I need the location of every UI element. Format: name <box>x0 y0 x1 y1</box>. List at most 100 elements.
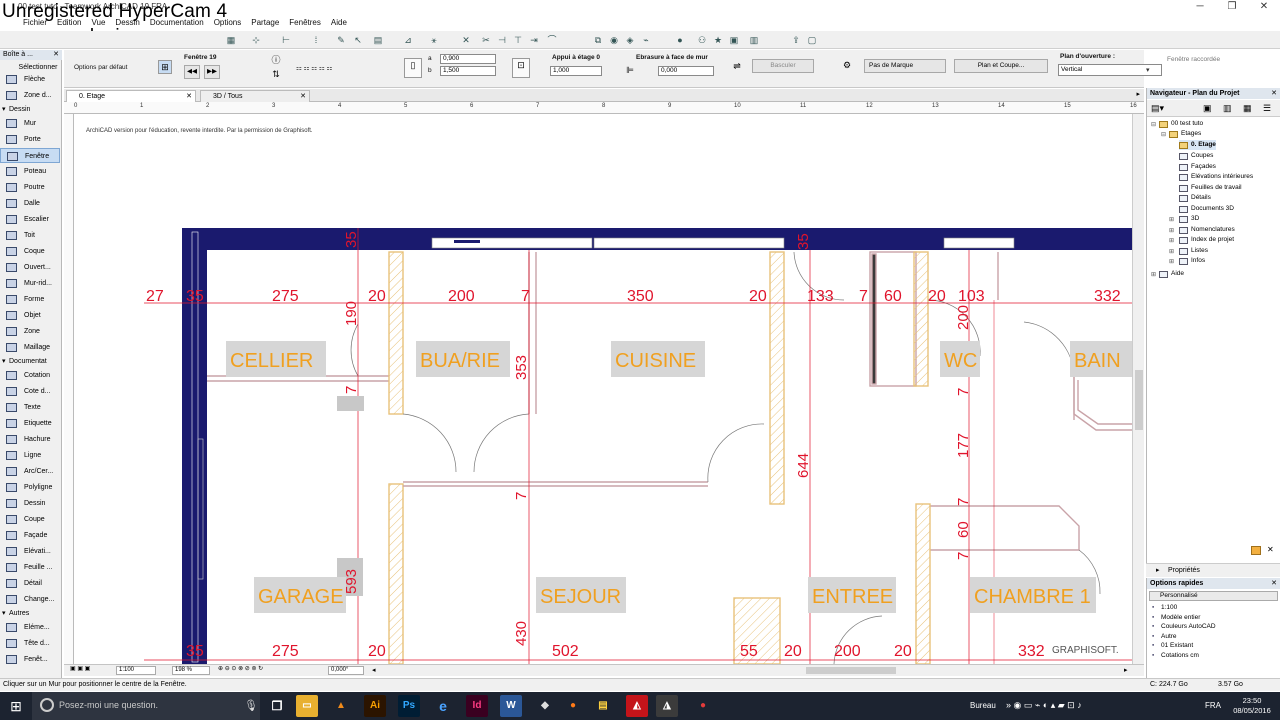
nav-item-7[interactable]: Nomenclatures <box>1179 225 1235 235</box>
nav-etage-0[interactable]: 0. Etage <box>1179 140 1216 150</box>
dimension-label-vertical[interactable]: 7 <box>513 492 530 500</box>
expand-toggle[interactable]: ⊞ <box>1169 237 1174 244</box>
edge-icon[interactable]: e <box>432 695 454 717</box>
dimension-label[interactable]: 7 <box>859 288 868 305</box>
quick-options-close-icon[interactable]: ✕ <box>1271 579 1277 587</box>
tool-dessin-2[interactable]: Fenêtre <box>0 148 60 163</box>
window-settings-icon[interactable]: ⊞ <box>158 60 172 74</box>
marker-dropdown[interactable]: Pas de Marque <box>864 59 946 73</box>
maximize-button[interactable]: ❐ <box>1216 0 1248 16</box>
pen-icon[interactable]: ✎ <box>335 34 347 46</box>
dimension-label[interactable]: 332 <box>1094 288 1121 305</box>
section-autres[interactable]: Autres <box>0 608 60 619</box>
dimension-label[interactable]: 103 <box>958 288 985 305</box>
view-mode-icons[interactable]: ▣ ▣ ▣ <box>68 666 104 675</box>
dimension-label[interactable]: 35 <box>186 643 204 660</box>
dimension-label[interactable]: 20 <box>928 288 946 305</box>
illustrator-icon[interactable]: Ai <box>364 695 386 717</box>
tool-dessin-11[interactable]: Forme <box>0 292 60 307</box>
toggle-icon[interactable]: ⇅ <box>269 68 283 82</box>
partition-hatched-5[interactable] <box>915 503 931 664</box>
nav-item-1[interactable]: Façades <box>1179 162 1216 172</box>
quick-option-0[interactable]: 1:100 <box>1147 603 1280 613</box>
dimension-label-vertical[interactable]: 177 <box>955 433 972 458</box>
layout-icon[interactable]: ▢ <box>806 34 818 46</box>
expand-toggle[interactable]: ⊞ <box>1151 271 1156 278</box>
room-label[interactable]: SEJOUR <box>540 586 621 608</box>
start-button[interactable]: ⊞ <box>0 692 32 720</box>
tool-autres-0[interactable]: Eléme... <box>0 620 60 635</box>
tool-dessin-3[interactable]: Poteau <box>0 164 60 179</box>
vlc-icon[interactable]: ▲ <box>330 695 352 717</box>
expand-toggle[interactable]: ⊟ <box>1161 131 1166 138</box>
flip-button[interactable]: Basculer <box>752 59 814 73</box>
properties-toggle[interactable]: ▸ Propriétés <box>1146 563 1280 577</box>
floor-plan-drawing[interactable]: ArchiCAD version pour l'éducation, reven… <box>74 114 1132 664</box>
dimension-label-vertical[interactable]: 593 <box>343 569 360 594</box>
tray-icons[interactable]: » ◉ ▭ ⌁ ◐ ▴ ▰ ⊡ ♪ <box>1006 700 1082 711</box>
split-icon[interactable]: ⊣ <box>496 34 508 46</box>
tool-doc-0[interactable]: Cotation <box>0 368 60 383</box>
prev-element-button[interactable]: ◀◀ <box>184 65 200 79</box>
dimension-label[interactable]: 27 <box>146 288 164 305</box>
door-bua-1[interactable] <box>402 413 457 473</box>
tool-doc-4[interactable]: Hachure <box>0 432 60 447</box>
room-label[interactable]: CHAMBRE 1 <box>974 586 1091 608</box>
dimension-label[interactable]: 275 <box>272 288 299 305</box>
room-label[interactable]: CELLIER <box>230 350 313 372</box>
dotted-grid-icon[interactable]: ⁞ <box>310 34 322 46</box>
tool-autres-1[interactable]: Tête d... <box>0 636 60 651</box>
partition-hatched-1[interactable] <box>388 251 404 415</box>
room-label[interactable]: CUISINE <box>615 350 696 372</box>
render-icon[interactable]: ◈ <box>624 34 636 46</box>
room-label[interactable]: WC <box>944 350 977 372</box>
minimize-button[interactable]: ─ <box>1184 0 1216 16</box>
angle-field[interactable]: 0,000° <box>328 666 364 675</box>
close-icon[interactable]: ✕ <box>460 34 472 46</box>
nav-item-4[interactable]: Détails <box>1179 193 1211 203</box>
desktop-toolbar[interactable]: Bureau <box>970 701 996 710</box>
horizontal-scroll-thumb[interactable] <box>806 667 896 674</box>
grid-icon[interactable]: ▦ <box>225 34 237 46</box>
nav-item-3[interactable]: Feuilles de travail <box>1179 183 1242 193</box>
dimension-label[interactable]: 350 <box>627 288 654 305</box>
firefox-icon[interactable]: ● <box>562 695 584 717</box>
dimension-label[interactable]: 55 <box>740 643 758 660</box>
tool-dessin-9[interactable]: Ouvert... <box>0 260 60 275</box>
wall-chambre-top[interactable] <box>930 505 1080 551</box>
quick-options-preset[interactable]: Personnalisé <box>1149 591 1278 601</box>
tool-marquee[interactable]: Zone d... <box>0 88 60 103</box>
dimension-label-vertical[interactable]: 7 <box>343 386 360 394</box>
tool-doc-3[interactable]: Etiquette <box>0 416 60 431</box>
nav-item-5[interactable]: Documents 3D <box>1179 204 1234 214</box>
microphone-icon[interactable]: 🎙 <box>244 699 258 712</box>
dimension-label-vertical[interactable]: 35 <box>343 231 360 248</box>
info-icon[interactable]: ⓘ <box>269 54 283 68</box>
brush-icon[interactable]: ⌁ <box>640 34 652 46</box>
dimension-label[interactable]: 35 <box>186 288 204 305</box>
quick-option-5[interactable]: Cotations cm <box>1147 651 1280 661</box>
vertical-scroll-thumb[interactable] <box>1135 370 1143 430</box>
nav-item-2[interactable]: Elévations intérieures <box>1179 172 1253 182</box>
vertical-scrollbar[interactable] <box>1132 114 1144 664</box>
tool-doc-8[interactable]: Dessin <box>0 496 60 511</box>
section-dessin[interactable]: Dessin <box>0 104 60 115</box>
tool-doc-9[interactable]: Coupe <box>0 512 60 527</box>
dimension-label[interactable]: 20 <box>784 643 802 660</box>
unity-icon[interactable]: ◆ <box>534 695 556 717</box>
tool-doc-10[interactable]: Façade <box>0 528 60 543</box>
tool-dessin-8[interactable]: Coque <box>0 244 60 259</box>
dimension-label-vertical[interactable]: 7 <box>955 388 972 396</box>
nav-item-8[interactable]: Index de projet <box>1179 235 1234 245</box>
scale-field[interactable]: 1:100 <box>116 666 156 675</box>
reveal-field[interactable]: 0,000 <box>658 66 714 76</box>
dimension-label[interactable]: 20 <box>368 288 386 305</box>
width-a-field[interactable]: 0,900 <box>440 54 496 64</box>
dimension-label[interactable]: 20 <box>894 643 912 660</box>
task-view-icon[interactable]: ❐ <box>266 695 288 717</box>
door-bua-2[interactable] <box>473 413 530 473</box>
adjust-icon[interactable]: ⊤ <box>512 34 524 46</box>
nav-item-9[interactable]: Listes <box>1179 246 1208 256</box>
dimension-label-vertical[interactable]: 60 <box>955 521 972 538</box>
close-window-button[interactable]: ✕ <box>1248 0 1280 16</box>
